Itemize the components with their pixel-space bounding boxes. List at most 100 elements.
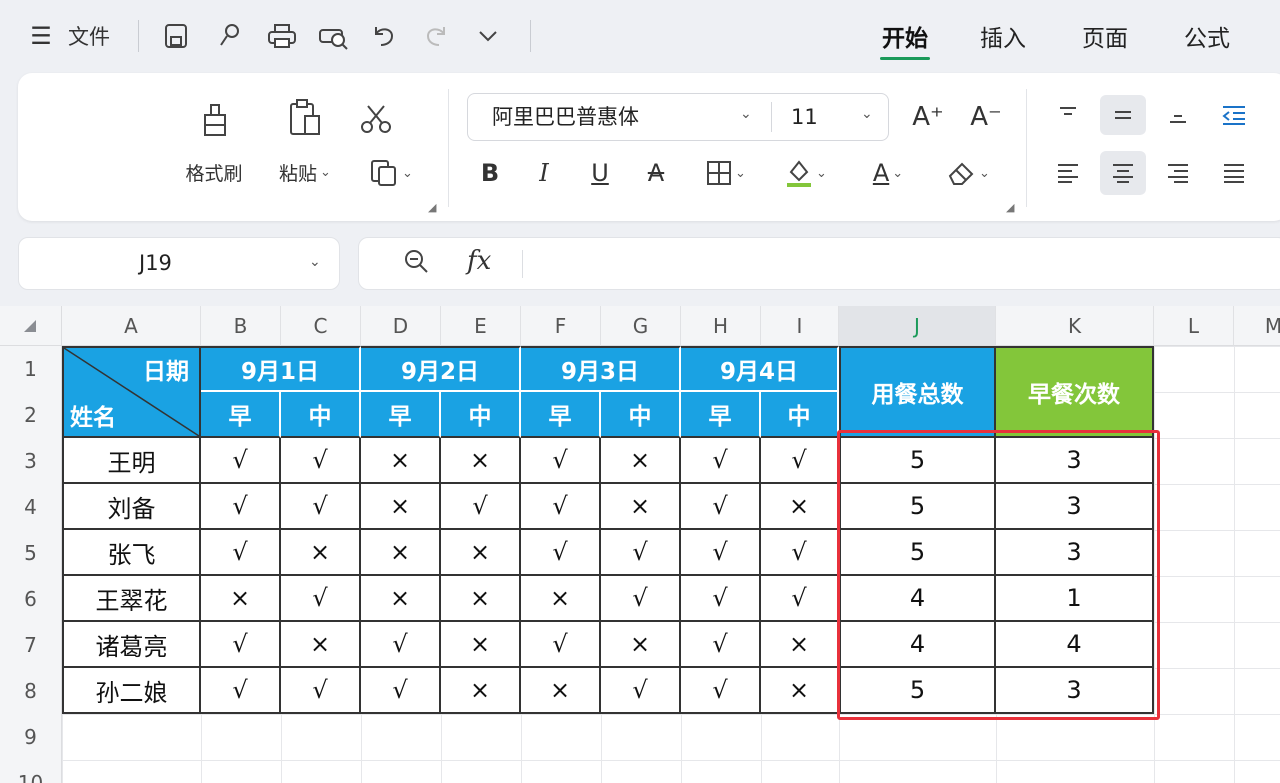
attendance-mark-cell[interactable]: √: [201, 530, 281, 576]
meal-header-cell[interactable]: 早: [361, 392, 441, 438]
cut-icon[interactable]: [356, 99, 396, 139]
name-box[interactable]: J19 ⌄: [18, 237, 340, 290]
column-header-j[interactable]: J: [839, 306, 996, 346]
attendance-mark-cell[interactable]: √: [281, 438, 361, 484]
row-header-7[interactable]: 7: [0, 622, 62, 668]
attendance-mark-cell[interactable]: ×: [601, 622, 681, 668]
increase-font-size-icon[interactable]: A⁺: [908, 97, 948, 137]
justify-icon[interactable]: [1214, 153, 1254, 193]
meal-header-cell[interactable]: 中: [761, 392, 839, 438]
align-bottom-icon[interactable]: [1158, 95, 1198, 135]
attendance-mark-cell[interactable]: ×: [361, 484, 441, 530]
meal-header-cell[interactable]: 早: [521, 392, 601, 438]
attendance-mark-cell[interactable]: ×: [201, 576, 281, 622]
fill-color-button[interactable]: ⌄: [774, 153, 838, 193]
name-cell[interactable]: 孙二娘: [62, 668, 201, 714]
meal-header-cell[interactable]: 中: [441, 392, 521, 438]
column-header-f[interactable]: F: [521, 306, 601, 346]
insert-function-icon[interactable]: fx: [467, 246, 491, 276]
share-icon[interactable]: [212, 18, 248, 54]
decrease-font-size-icon[interactable]: A⁻: [966, 97, 1006, 137]
attendance-mark-cell[interactable]: ×: [281, 622, 361, 668]
column-header-m[interactable]: M: [1234, 306, 1280, 346]
breakfast-count-header[interactable]: 早餐次数: [996, 346, 1154, 438]
date-header-cell[interactable]: 9月3日: [521, 346, 681, 392]
clear-format-button[interactable]: ⌄: [936, 153, 1000, 193]
attendance-mark-cell[interactable]: ×: [521, 668, 601, 714]
attendance-mark-cell[interactable]: ×: [761, 668, 839, 714]
clipboard-dialog-launcher-icon[interactable]: ◢: [428, 201, 436, 214]
column-header-i[interactable]: I: [761, 306, 839, 346]
meal-header-cell[interactable]: 早: [681, 392, 761, 438]
attendance-mark-cell[interactable]: √: [601, 576, 681, 622]
column-header-h[interactable]: H: [681, 306, 761, 346]
column-header-b[interactable]: B: [201, 306, 281, 346]
column-header-e[interactable]: E: [441, 306, 521, 346]
attendance-mark-cell[interactable]: √: [761, 438, 839, 484]
copy-button[interactable]: ⌄: [358, 153, 424, 193]
undo-icon[interactable]: [366, 18, 402, 54]
meal-header-cell[interactable]: 早: [201, 392, 281, 438]
formula-bar[interactable]: fx: [358, 237, 1280, 290]
row-header-8[interactable]: 8: [0, 668, 62, 714]
menu-icon[interactable]: ☰: [26, 18, 56, 54]
attendance-mark-cell[interactable]: √: [201, 622, 281, 668]
attendance-mark-cell[interactable]: ×: [521, 576, 601, 622]
tab-home[interactable]: 开始: [870, 18, 940, 54]
attendance-mark-cell[interactable]: ×: [761, 622, 839, 668]
attendance-mark-cell[interactable]: √: [201, 668, 281, 714]
print-preview-icon[interactable]: [316, 18, 352, 54]
paste-icon[interactable]: [278, 93, 332, 143]
attendance-mark-cell[interactable]: √: [281, 668, 361, 714]
font-name-dropdown[interactable]: 阿里巴巴普惠体: [492, 94, 639, 140]
attendance-mark-cell[interactable]: √: [681, 530, 761, 576]
spreadsheet-grid[interactable]: A B C D E F G H I J K L M 1 2 3 4 5 6 7 8 9 10 日期 姓名 9月1日 9月2日 9月3日…: [0, 306, 1280, 783]
row-header-9[interactable]: 9: [0, 714, 62, 760]
bold-icon[interactable]: B: [470, 153, 510, 193]
row-header-5[interactable]: 5: [0, 530, 62, 576]
decrease-indent-icon[interactable]: [1214, 95, 1254, 135]
attendance-mark-cell[interactable]: ×: [361, 438, 441, 484]
paste-button[interactable]: 粘贴 ⌄: [268, 157, 342, 187]
attendance-mark-cell[interactable]: ×: [601, 484, 681, 530]
save-icon[interactable]: [158, 18, 194, 54]
attendance-mark-cell[interactable]: √: [761, 576, 839, 622]
column-header-k[interactable]: K: [996, 306, 1154, 346]
zoom-lookup-icon[interactable]: [403, 248, 429, 280]
name-cell[interactable]: 王翠花: [62, 576, 201, 622]
row-header-2[interactable]: 2: [0, 392, 62, 438]
column-header-c[interactable]: C: [281, 306, 361, 346]
attendance-mark-cell[interactable]: ×: [761, 484, 839, 530]
tab-page[interactable]: 页面: [1070, 18, 1140, 54]
header-corner-cell[interactable]: 日期 姓名: [62, 346, 201, 438]
attendance-mark-cell[interactable]: √: [601, 668, 681, 714]
row-header-3[interactable]: 3: [0, 438, 62, 484]
attendance-mark-cell[interactable]: √: [281, 576, 361, 622]
print-icon[interactable]: [264, 18, 300, 54]
attendance-mark-cell[interactable]: √: [681, 668, 761, 714]
attendance-mark-cell[interactable]: √: [281, 484, 361, 530]
file-menu[interactable]: 文件: [62, 18, 116, 54]
total-meals-header[interactable]: 用餐总数: [839, 346, 996, 438]
row-header-1[interactable]: 1: [0, 346, 62, 392]
font-size-dropdown[interactable]: 11: [791, 94, 818, 140]
column-header-d[interactable]: D: [361, 306, 441, 346]
meal-header-cell[interactable]: 中: [281, 392, 361, 438]
column-header-a[interactable]: A: [62, 306, 201, 346]
attendance-mark-cell[interactable]: √: [761, 530, 839, 576]
row-header-4[interactable]: 4: [0, 484, 62, 530]
row-header-10[interactable]: 10: [0, 760, 62, 783]
select-all-corner[interactable]: [0, 306, 62, 346]
attendance-mark-cell[interactable]: ×: [281, 530, 361, 576]
attendance-mark-cell[interactable]: ×: [441, 576, 521, 622]
align-right-icon[interactable]: [1158, 153, 1198, 193]
attendance-mark-cell[interactable]: √: [681, 484, 761, 530]
strikethrough-icon[interactable]: A: [636, 153, 676, 193]
name-cell[interactable]: 张飞: [62, 530, 201, 576]
meal-header-cell[interactable]: 中: [601, 392, 681, 438]
column-header-g[interactable]: G: [601, 306, 681, 346]
underline-icon[interactable]: U: [580, 153, 620, 193]
attendance-mark-cell[interactable]: √: [601, 530, 681, 576]
column-header-l[interactable]: L: [1154, 306, 1234, 346]
attendance-mark-cell[interactable]: ×: [441, 530, 521, 576]
